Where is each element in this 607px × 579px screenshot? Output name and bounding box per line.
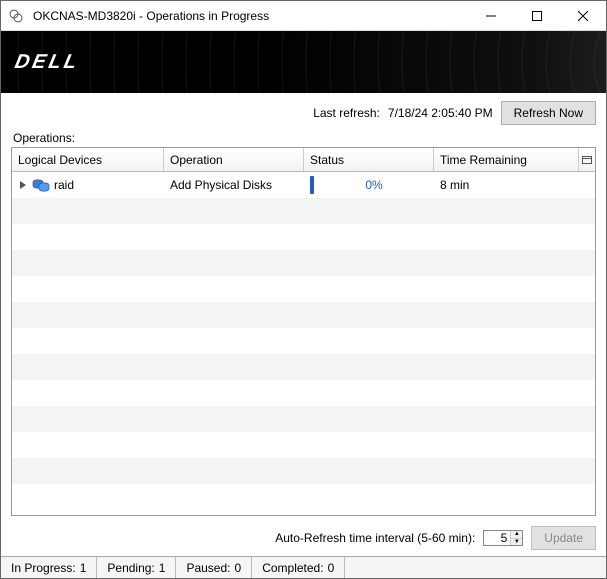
col-header-logical-devices[interactable]: Logical Devices [12, 148, 164, 171]
auto-refresh-row: Auto-Refresh time interval (5-60 min): ▲… [1, 522, 606, 556]
progress-bar [310, 176, 314, 194]
empty-row [12, 250, 595, 276]
table-row[interactable]: raid Add Physical Disks 0% 8 min [12, 172, 595, 198]
app-icon [1, 9, 31, 23]
empty-row [12, 302, 595, 328]
empty-row [12, 276, 595, 302]
close-button[interactable] [560, 1, 606, 31]
cell-operation: Add Physical Disks [164, 172, 304, 198]
cell-status: 0% [304, 172, 434, 198]
titlebar: OKCNAS-MD3820i - Operations in Progress [1, 1, 606, 31]
auto-refresh-input[interactable] [484, 531, 510, 545]
minimize-button[interactable] [468, 1, 514, 31]
brand-banner: DELL [1, 31, 606, 93]
table-header: Logical Devices Operation Status Time Re… [12, 148, 595, 172]
empty-row [12, 224, 595, 250]
col-header-operation[interactable]: Operation [164, 148, 304, 171]
device-name: raid [54, 178, 74, 192]
window-title: OKCNAS-MD3820i - Operations in Progress [31, 9, 468, 23]
col-header-status[interactable]: Status [304, 148, 434, 171]
table-body[interactable]: raid Add Physical Disks 0% 8 min [12, 172, 595, 515]
window-controls [468, 1, 606, 31]
spinner-down-icon[interactable]: ▼ [511, 539, 522, 546]
auto-refresh-label: Auto-Refresh time interval (5-60 min): [275, 531, 475, 545]
progress-percent: 0% [320, 178, 428, 192]
refresh-now-button[interactable]: Refresh Now [501, 101, 596, 125]
empty-row [12, 406, 595, 432]
empty-row [12, 354, 595, 380]
maximize-button[interactable] [514, 1, 560, 31]
update-button[interactable]: Update [531, 526, 596, 550]
last-refresh-label: Last refresh: [313, 106, 380, 120]
empty-row [12, 458, 595, 484]
expand-icon[interactable] [18, 180, 28, 190]
empty-row [12, 432, 595, 458]
refresh-row: Last refresh: 7/18/24 2:05:40 PM Refresh… [1, 93, 606, 129]
cell-time-remaining: 8 min [434, 172, 595, 198]
empty-row [12, 328, 595, 354]
status-in-progress: In Progress: 1 [1, 557, 97, 578]
status-paused: Paused: 0 [176, 557, 252, 578]
disk-group-icon [32, 177, 50, 193]
auto-refresh-spinner[interactable]: ▲ ▼ [483, 530, 523, 546]
empty-row [12, 380, 595, 406]
operations-label: Operations: [1, 129, 606, 147]
status-pending: Pending: 1 [97, 557, 176, 578]
column-picker-button[interactable] [579, 148, 595, 171]
col-header-time-remaining[interactable]: Time Remaining [434, 148, 579, 171]
last-refresh-time: 7/18/24 2:05:40 PM [388, 106, 493, 120]
spinner-up-icon[interactable]: ▲ [511, 531, 522, 539]
dell-logo: DELL [13, 51, 82, 74]
cell-logical-device: raid [12, 172, 164, 198]
status-completed: Completed: 0 [252, 557, 345, 578]
empty-row [12, 198, 595, 224]
operations-table: Logical Devices Operation Status Time Re… [11, 147, 596, 516]
status-bar: In Progress: 1 Pending: 1 Paused: 0 Comp… [1, 556, 606, 578]
